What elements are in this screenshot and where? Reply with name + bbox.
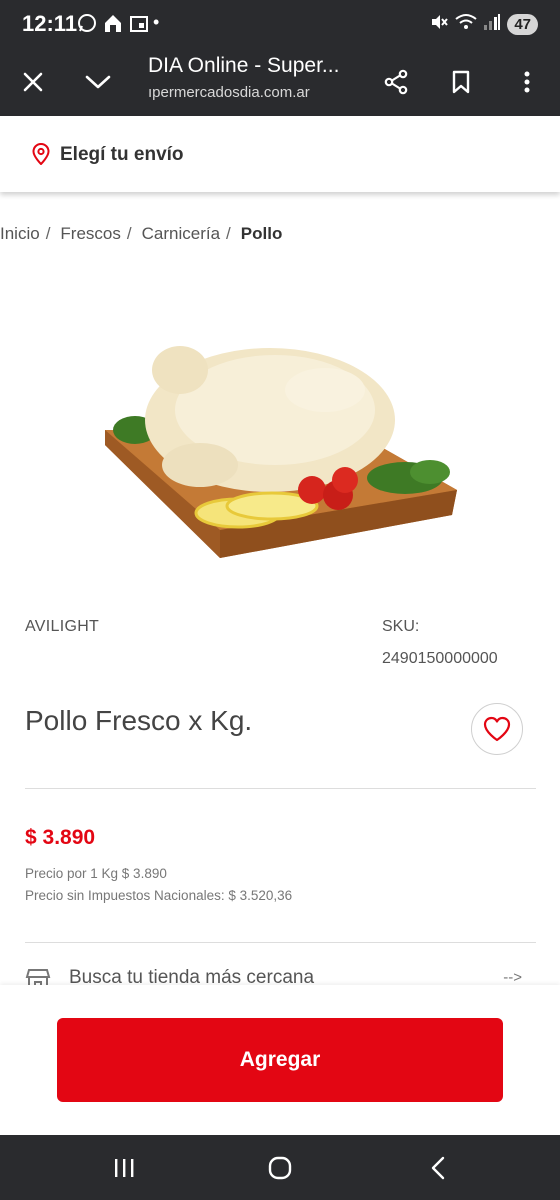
price-without-taxes: Precio sin Impuestos Nacionales: $ 3.520…: [25, 888, 293, 903]
breadcrumb-item-frescos[interactable]: Frescos: [60, 224, 120, 244]
add-to-cart-button[interactable]: Agregar: [57, 1018, 503, 1102]
back-button[interactable]: [418, 1153, 458, 1183]
location-pin-icon: [32, 142, 50, 170]
recent-apps-icon: [115, 1159, 134, 1177]
browser-toolbar: DIA Online - Super... ıpermercadosdia.co…: [0, 48, 560, 116]
heart-icon: [483, 716, 511, 742]
home-button[interactable]: [260, 1153, 300, 1183]
product-title: Pollo Fresco x Kg.: [25, 705, 253, 736]
battery-indicator: 47: [507, 14, 538, 35]
divider: [25, 788, 536, 789]
product-price: $ 3.890: [25, 826, 96, 849]
price-per-kg: Precio por 1 Kg $ 3.890: [25, 866, 167, 881]
close-icon: [23, 72, 43, 92]
minimize-button[interactable]: [76, 60, 120, 104]
recent-apps-button[interactable]: [104, 1153, 144, 1183]
status-time: 12:11: [22, 11, 78, 36]
breadcrumb: Inicio / Frescos / Carnicería / Pollo: [0, 224, 282, 244]
breadcrumb-separator: /: [45, 224, 51, 243]
product-brand: AVILIGHT: [25, 618, 100, 635]
add-to-cart-panel: Agregar: [0, 985, 560, 1135]
share-icon: [384, 69, 408, 95]
chevron-down-icon: [85, 75, 111, 89]
share-button[interactable]: [374, 60, 418, 104]
signal-icon: [483, 13, 501, 36]
breadcrumb-separator: /: [226, 224, 231, 243]
status-bar: 12:11 • 47: [0, 0, 560, 48]
shipping-selector[interactable]: Elegí tu envío: [0, 116, 560, 192]
status-left-icons: [76, 12, 150, 34]
breadcrumb-item-inicio[interactable]: Inicio: [0, 224, 40, 244]
breadcrumb-item-pollo: Pollo: [240, 224, 283, 243]
home-icon: [102, 12, 124, 34]
more-options-button[interactable]: [505, 60, 549, 104]
breadcrumb-item-carniceria[interactable]: Carnicería: [142, 224, 220, 244]
wifi-icon: [455, 12, 477, 37]
breadcrumb-separator: /: [126, 224, 132, 243]
sku-value: 2490150000000: [382, 650, 498, 667]
mute-icon: [429, 12, 449, 37]
more-vertical-icon: [524, 71, 530, 93]
status-right-icons: 47: [429, 12, 538, 37]
bookmark-button[interactable]: [439, 60, 483, 104]
arrow-right-icon: -->: [503, 969, 522, 986]
favorite-button[interactable]: [471, 703, 523, 755]
system-navigation-bar: [0, 1135, 560, 1200]
shipping-label: Elegí tu envío: [60, 144, 184, 165]
page-url: ıpermercadosdia.com.ar: [148, 84, 310, 101]
page-title: DIA Online - Super...: [148, 54, 340, 77]
whatsapp-icon: [76, 12, 98, 34]
calendar-icon: [128, 12, 150, 34]
home-circle-icon: [268, 1156, 292, 1180]
back-icon: [431, 1156, 445, 1180]
status-dot: •: [153, 12, 160, 32]
close-tab-button[interactable]: [11, 60, 55, 104]
bookmark-icon: [452, 70, 470, 94]
product-image: [100, 330, 460, 565]
divider: [25, 942, 536, 943]
sku-label: SKU:: [382, 618, 420, 635]
